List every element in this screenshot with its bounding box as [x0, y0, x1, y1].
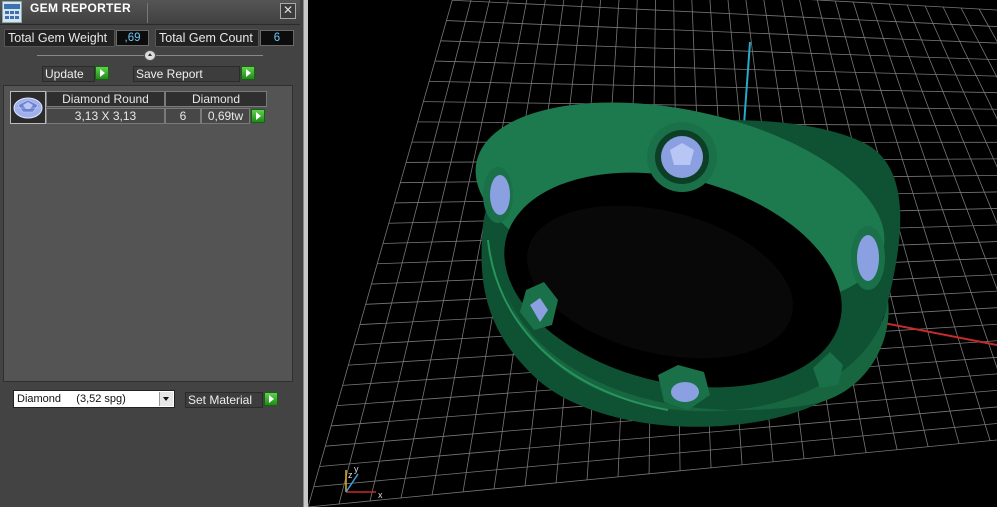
set-material-play-icon[interactable] [264, 392, 278, 406]
save-report-button[interactable]: Save Report [133, 66, 240, 82]
gem-setting-right [851, 226, 885, 290]
grid-line [338, 0, 472, 505]
close-icon: ✕ [282, 3, 294, 17]
material-select[interactable]: Diamond (3,52 spg) [13, 390, 175, 408]
grid-line [942, 6, 997, 120]
grid-line [446, 20, 997, 44]
gem-size-cell: 3,13 X 3,13 [46, 108, 165, 124]
grid-line [308, 0, 453, 507]
grid-line [924, 5, 997, 168]
title-bar: GEM REPORTER ✕ [0, 0, 300, 25]
gem-weight-cell: 0,69tw [201, 108, 250, 124]
chevron-down-icon[interactable] [159, 392, 173, 406]
viewport-canvas[interactable]: x y z [308, 0, 997, 507]
collapse-handle[interactable] [144, 50, 156, 61]
gem-shape-header: Diamond Round [46, 91, 165, 107]
set-material-button[interactable]: Set Material [185, 392, 263, 408]
grid-line [810, 0, 997, 11]
gem-list [3, 85, 293, 382]
gem-row-play-icon[interactable] [251, 109, 265, 123]
close-button[interactable]: ✕ [280, 3, 296, 19]
total-gem-weight-value: ,69 [116, 30, 149, 46]
save-report-play-icon[interactable] [241, 66, 255, 80]
material-select-value: Diamond (3,52 spg) [17, 393, 126, 405]
gem-reporter-panel: GEM REPORTER ✕ Total Gem Weight ,69 Tota… [0, 0, 303, 507]
grid-line [369, 0, 491, 502]
grid-line [440, 40, 997, 61]
grid-line [452, 0, 997, 27]
total-gem-weight-label: Total Gem Weight [4, 29, 115, 47]
gem-setting-top [647, 122, 717, 192]
gizmo-z-label: z [348, 470, 353, 480]
total-gem-count-value: 6 [260, 30, 294, 46]
gizmo-x-label: x [378, 490, 383, 500]
3d-viewport[interactable]: x y z [308, 0, 997, 507]
grid-line [434, 60, 997, 77]
gem-material-header: Diamond [165, 91, 267, 107]
grid-line [429, 80, 997, 94]
update-button[interactable]: Update [42, 66, 95, 82]
diamond-round-icon[interactable] [10, 91, 46, 124]
grid-line [960, 7, 997, 79]
grid-line [423, 101, 997, 110]
grid-line [313, 423, 997, 488]
gem-setting-left [483, 167, 513, 223]
gizmo-y-label: y [354, 464, 359, 474]
gem-count-cell: 6 [165, 108, 201, 124]
title-divider [147, 3, 148, 23]
window-title: GEM REPORTER [30, 1, 131, 15]
gem-reporter-icon [2, 1, 22, 23]
grid-line [888, 3, 997, 291]
total-gem-count-label: Total Gem Count [155, 29, 259, 47]
update-play-icon[interactable] [95, 66, 109, 80]
